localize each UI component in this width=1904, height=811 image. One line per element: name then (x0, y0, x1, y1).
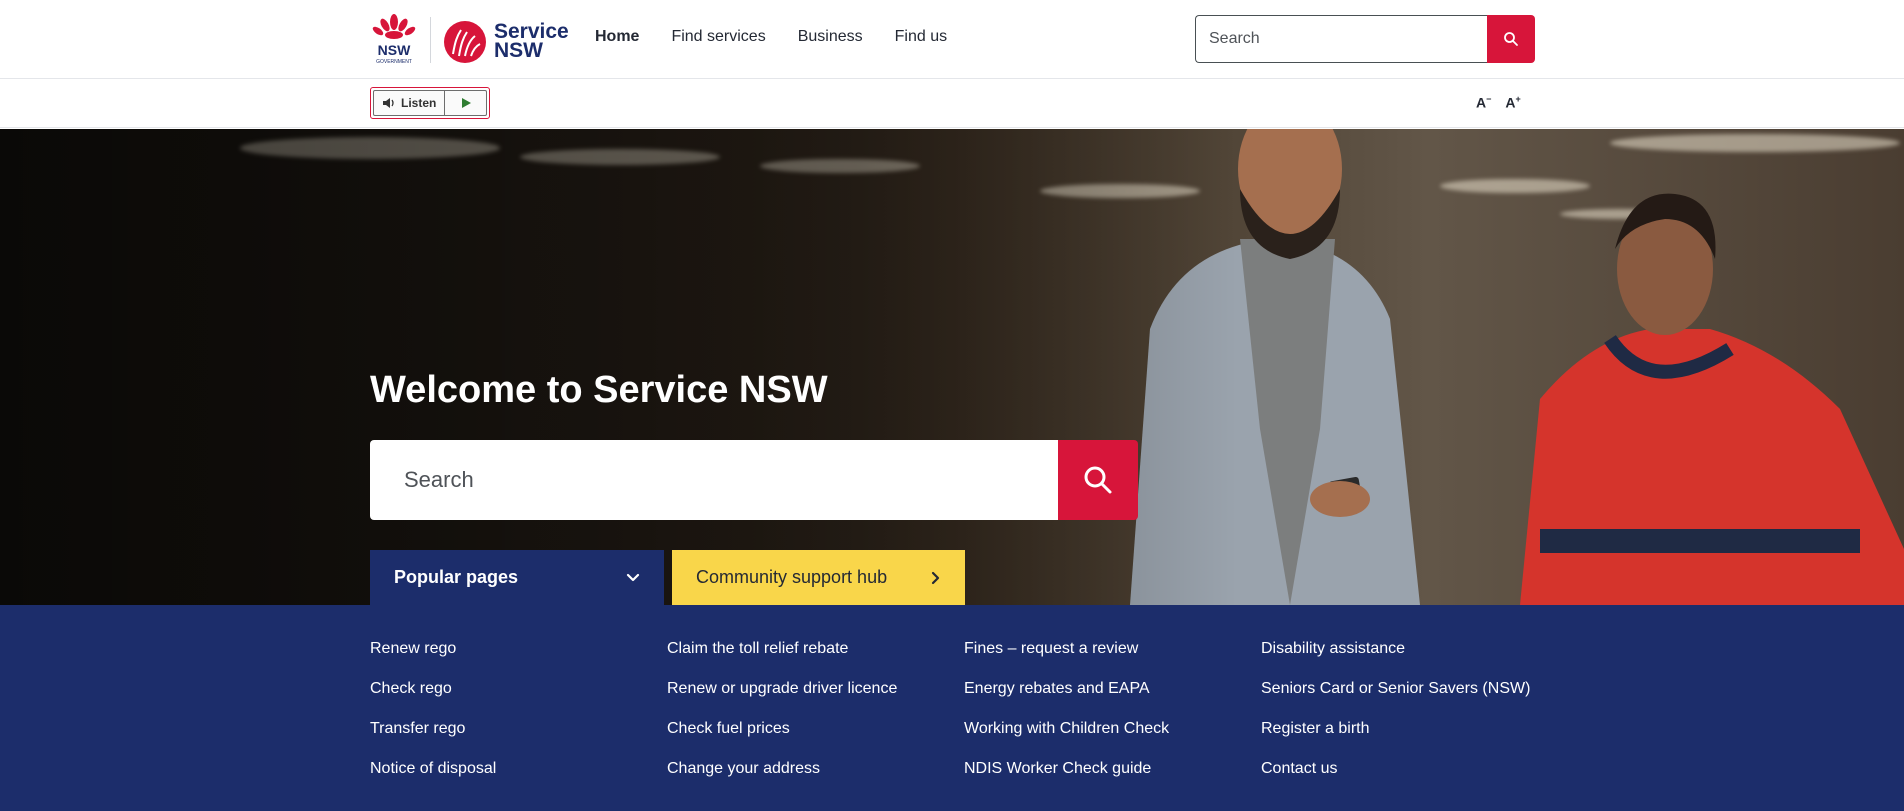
tab-community-support-hub[interactable]: Community support hub (672, 550, 965, 605)
listen-widget: Listen (370, 87, 490, 119)
site-header: NSW GOVERNMENT Service NSW Home Find ser… (0, 0, 1904, 79)
popular-link[interactable]: Renew rego (370, 639, 496, 679)
tab-popular-pages[interactable]: Popular pages (370, 550, 664, 605)
header-search-input[interactable] (1195, 15, 1487, 63)
hero-title: Welcome to Service NSW (370, 369, 828, 411)
listen-button[interactable]: Listen (374, 91, 446, 115)
popular-link[interactable]: Change your address (667, 759, 897, 799)
popular-link[interactable]: Notice of disposal (370, 759, 496, 799)
nsw-government-logo[interactable]: NSW GOVERNMENT (370, 13, 418, 65)
utility-bar: Listen A− A+ (0, 80, 1904, 128)
popular-column-4: Disability assistance Seniors Card or Se… (1261, 639, 1530, 799)
popular-link[interactable]: NDIS Worker Check guide (964, 759, 1169, 799)
popular-link[interactable]: Claim the toll relief rebate (667, 639, 897, 679)
font-size-controls: A− A+ (1476, 94, 1521, 111)
font-decrease-button[interactable]: A− (1476, 94, 1491, 111)
popular-pages-panel: Renew rego Check rego Transfer rego Noti… (0, 605, 1904, 811)
popular-link[interactable]: Seniors Card or Senior Savers (NSW) (1261, 679, 1530, 719)
header-search (1195, 15, 1535, 63)
popular-link[interactable]: Working with Children Check (964, 719, 1169, 759)
service-nsw-wordmark: Service NSW (494, 20, 569, 62)
hero-banner: Welcome to Service NSW Popular pages Com… (0, 129, 1904, 605)
svg-text:NSW: NSW (378, 42, 411, 58)
hero-search-input[interactable] (370, 440, 1058, 520)
listen-label: Listen (401, 96, 437, 110)
nav-home[interactable]: Home (595, 28, 639, 46)
popular-link[interactable]: Disability assistance (1261, 639, 1530, 679)
play-button[interactable] (445, 91, 486, 115)
play-icon (461, 98, 471, 108)
popular-link[interactable]: Renew or upgrade driver licence (667, 679, 897, 719)
popular-link[interactable]: Energy rebates and EAPA (964, 679, 1169, 719)
speaker-icon (383, 98, 394, 108)
popular-link[interactable]: Contact us (1261, 759, 1530, 799)
main-nav: Home Find services Business Find us (595, 28, 947, 46)
popular-link[interactable]: Check rego (370, 679, 496, 719)
popular-column-3: Fines – request a review Energy rebates … (964, 639, 1169, 799)
tab-popular-label: Popular pages (394, 567, 519, 587)
nav-business[interactable]: Business (798, 28, 863, 46)
hero-search-button[interactable] (1058, 440, 1138, 520)
popular-link[interactable]: Transfer rego (370, 719, 496, 759)
hero-search (370, 440, 1138, 520)
service-nsw-logo-icon[interactable] (443, 20, 487, 64)
svg-text:GOVERNMENT: GOVERNMENT (376, 59, 412, 65)
logo-divider (430, 17, 431, 63)
header-search-button[interactable] (1487, 15, 1535, 63)
search-icon (1504, 32, 1518, 46)
popular-link[interactable]: Register a birth (1261, 719, 1530, 759)
hero-overlay (0, 129, 1904, 605)
font-increase-button[interactable]: A+ (1505, 94, 1520, 111)
chevron-down-icon (626, 573, 640, 581)
nav-find-us[interactable]: Find us (895, 28, 947, 46)
popular-link[interactable]: Check fuel prices (667, 719, 897, 759)
tab-community-label: Community support hub (696, 567, 888, 587)
popular-link[interactable]: Fines – request a review (964, 639, 1169, 679)
popular-column-2: Claim the toll relief rebate Renew or up… (667, 639, 897, 799)
nav-find-services[interactable]: Find services (671, 28, 765, 46)
chevron-right-icon (931, 571, 940, 584)
popular-column-1: Renew rego Check rego Transfer rego Noti… (370, 639, 496, 799)
search-icon (1084, 466, 1112, 494)
